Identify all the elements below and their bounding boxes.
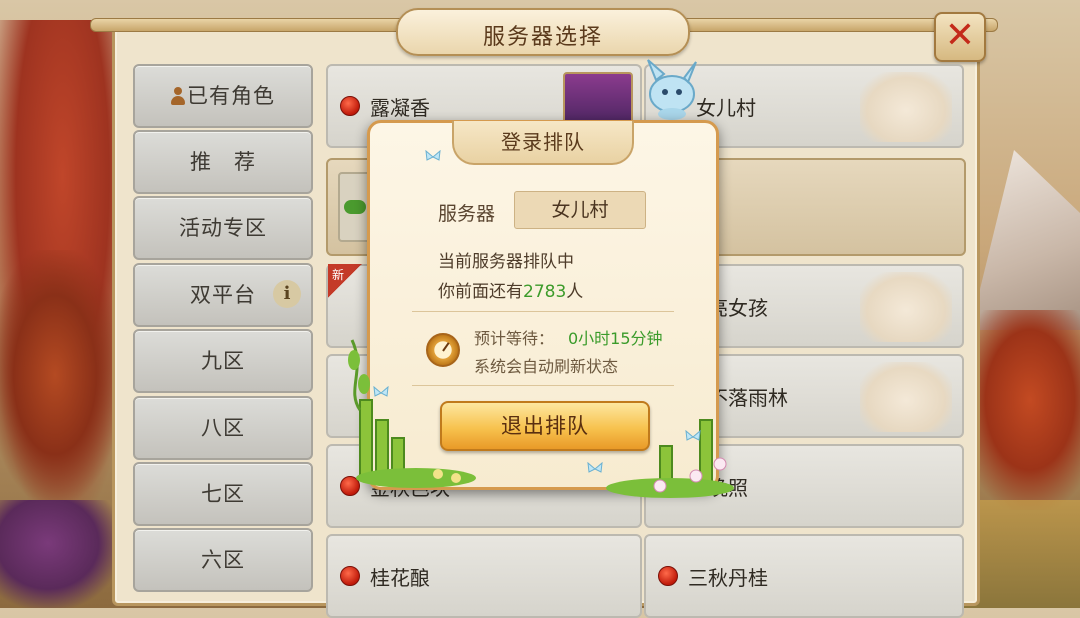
sidebar-item-label: 已有角色	[187, 84, 275, 108]
sidebar-item-zone-7[interactable]: 七区	[133, 462, 313, 526]
queue-position-prefix: 你前面还有	[438, 282, 523, 302]
sidebar-item-existing-roles[interactable]: 已有角色	[133, 64, 313, 128]
green-pill-icon	[344, 200, 366, 214]
background-tree-left-lower	[0, 250, 120, 500]
bamboo-decoration-right	[606, 419, 734, 498]
info-icon[interactable]: i	[273, 280, 301, 308]
dialog-header: 登录排队	[452, 121, 634, 165]
server-name: 露凝香	[370, 96, 430, 120]
person-icon	[171, 87, 185, 105]
close-icon: ✕	[944, 15, 976, 56]
butterfly-icon	[587, 462, 603, 473]
queue-status: 当前服务器排队中	[438, 252, 574, 272]
title-plaque: 服务器选择	[396, 8, 690, 56]
divider	[412, 311, 674, 312]
sidebar-item-label: 双平台	[190, 283, 256, 307]
server-card[interactable]: 三秋丹桂	[644, 534, 964, 618]
sidebar-item-label: 八区	[201, 416, 245, 440]
server-name: 桂花酿	[370, 566, 430, 590]
sidebar-item-recommended[interactable]: 推 荐	[133, 130, 313, 194]
new-badge: 新	[328, 264, 362, 298]
server-status-dot	[340, 96, 360, 116]
sidebar-item-label: 推 荐	[190, 150, 256, 174]
background-mountain	[970, 150, 1080, 330]
pet-mascot-icon	[647, 59, 697, 120]
server-label: 服务器	[438, 203, 496, 225]
server-portrait	[860, 362, 952, 432]
butterfly-icon	[425, 150, 441, 161]
sidebar-item-label: 七区	[201, 482, 245, 506]
bamboo-decoration-left	[348, 339, 476, 488]
page-title: 服务器选择	[482, 25, 603, 50]
sidebar-item-zone-9[interactable]: 九区	[133, 329, 313, 393]
estimated-wait-label: 预计等待：	[474, 329, 555, 348]
sidebar-item-event-zone[interactable]: 活动专区	[133, 196, 313, 260]
sidebar-item-label: 六区	[201, 548, 245, 572]
queue-position-count: 2783	[523, 282, 567, 302]
server-card[interactable]: 桂花酿	[326, 534, 642, 618]
sidebar-item-zone-8[interactable]: 八区	[133, 396, 313, 460]
sidebar-item-dual-platform[interactable]: 双平台 i	[133, 263, 313, 327]
sidebar-item-zone-6[interactable]: 六区	[133, 528, 313, 592]
server-value: 女儿村	[514, 191, 646, 229]
server-portrait	[860, 272, 952, 342]
server-status-dot	[340, 566, 360, 586]
queue-position-suffix: 人	[566, 282, 584, 302]
butterfly-icon	[685, 430, 701, 441]
sidebar-item-label: 九区	[201, 349, 245, 373]
auto-refresh-note: 系统会自动刷新状态	[474, 357, 619, 376]
new-badge-label: 新	[332, 268, 345, 282]
background-bush-left	[0, 500, 120, 608]
server-status-dot	[658, 566, 678, 586]
sidebar-item-label: 活动专区	[179, 216, 267, 240]
estimated-wait-value: 0小时15分钟	[568, 329, 663, 348]
server-name: 三秋丹桂	[688, 566, 768, 590]
dialog-title: 登录排队	[501, 130, 585, 154]
queue-position: 你前面还有2783人	[438, 277, 583, 302]
butterfly-icon	[373, 386, 389, 397]
server-portrait	[860, 72, 952, 142]
close-button[interactable]: ✕	[934, 12, 986, 62]
